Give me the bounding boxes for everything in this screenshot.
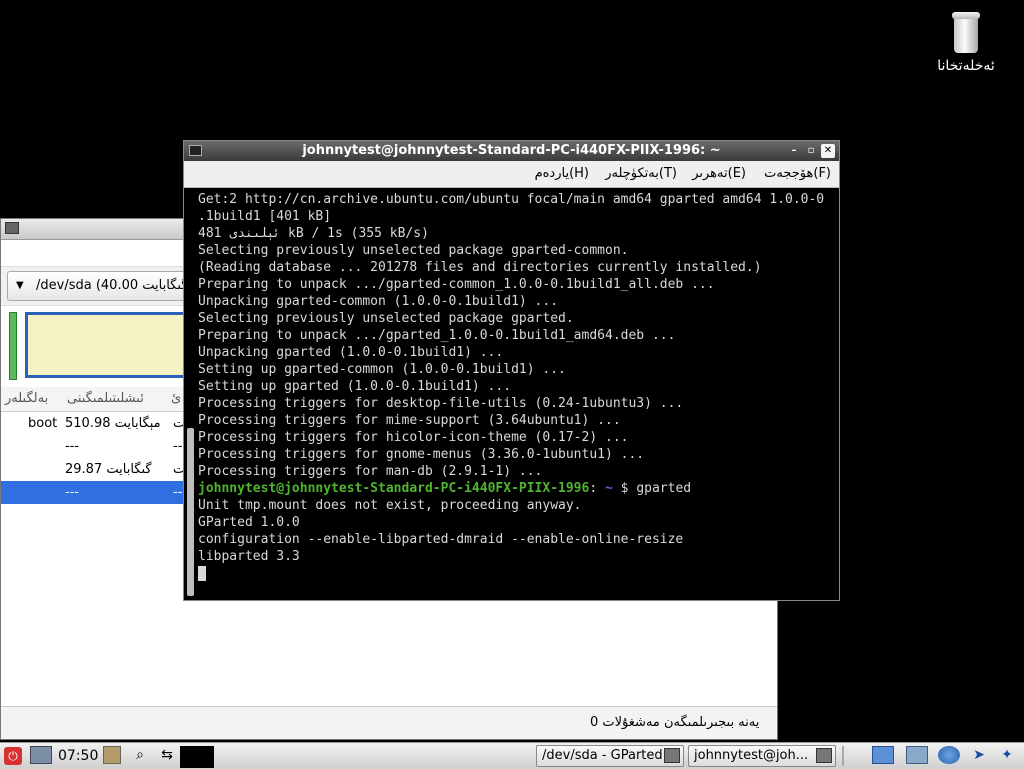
window-list-icon[interactable]: [906, 746, 928, 764]
terminal-line: libparted 3.3: [198, 549, 300, 564]
status-bar: 0 يەنە بىجىرىلمىگەن مەشغۇلات: [1, 706, 777, 739]
terminal-line: Selecting previously unselected package …: [198, 311, 574, 326]
terminal-window: johnnytest@johnnytest-Standard-PC-i440FX…: [183, 140, 840, 601]
terminal-menubar: ھۆججەت(F) تەھرىر(E) بەتكۈچلەر(T) ياردەم(…: [184, 161, 839, 188]
file-manager-icon[interactable]: [103, 746, 121, 764]
task-gparted[interactable]: /dev/sda - GParted: [536, 745, 684, 767]
trash-icon: [952, 12, 980, 54]
column-header-unused[interactable]: ئىشلىتىلمىگىنى: [67, 391, 144, 406]
cell-flags: boot: [28, 416, 58, 431]
prompt-command: gparted: [636, 481, 692, 496]
chevron-down-icon: ▼: [16, 280, 24, 291]
network-icon[interactable]: [938, 746, 960, 764]
prompt-separator: :: [589, 481, 598, 496]
terminal-cursor-line: [198, 565, 838, 582]
menu-file[interactable]: ھۆججەت(F): [764, 166, 831, 181]
close-button[interactable]: ✕: [821, 144, 835, 158]
terminal-line: Unpacking gparted-common (1.0.0-0.1build…: [198, 294, 559, 309]
prompt-symbol: $: [620, 481, 629, 496]
task-terminal-label: johnnytest@joh...: [694, 748, 809, 763]
cell-unused: 29.87 گىگابايت: [65, 462, 152, 477]
trash-label: ئەخلەتخانا: [937, 58, 995, 74]
task-terminal[interactable]: johnnytest@joh...: [688, 745, 836, 767]
device-selector-label: /dev/sda (40.00 گىگابايت): [36, 278, 193, 293]
clock[interactable]: 07:50: [58, 746, 98, 766]
terminal-line: Processing triggers for man-db (2.9.1-1)…: [198, 464, 543, 479]
terminal-line: 481 ئېلىندى kB / 1s (355 kB/s): [198, 226, 429, 241]
menu-help[interactable]: ياردەم(H): [535, 166, 589, 181]
window-menu-icon[interactable]: [5, 222, 19, 234]
terminal-prompt-line: johnnytest@johnnytest-Standard-PC-i440FX…: [198, 480, 838, 497]
menu-edit[interactable]: تەھرىر(E): [692, 166, 746, 181]
computer-icon[interactable]: [30, 746, 52, 764]
cell-used: --: [173, 485, 183, 500]
terminal-line: (Reading database ... 201278 files and d…: [198, 260, 762, 275]
notification-icon[interactable]: ✦: [996, 746, 1018, 764]
prompt-path: ~: [605, 481, 613, 496]
pending-operations-status: 0 يەنە بىجىرىلمىگەن مەشغۇلات: [590, 715, 760, 730]
cell-unused: 510.98 مېگابايت: [65, 416, 161, 431]
desktop-preview[interactable]: [180, 746, 214, 768]
window-menu-icon[interactable]: [189, 145, 202, 156]
trash-desktop-icon[interactable]: ئەخلەتخانا: [926, 12, 1006, 74]
show-desktop-icon[interactable]: [872, 746, 894, 764]
scrollbar-thumb[interactable]: [187, 428, 194, 596]
terminal-app-icon: [816, 748, 832, 763]
terminal-line: Processing triggers for hicolor-icon-the…: [198, 430, 629, 445]
partition-block-boot[interactable]: [9, 312, 17, 380]
arrow-icon[interactable]: ➤: [968, 746, 990, 764]
terminal-line: Processing triggers for gnome-menus (3.3…: [198, 447, 645, 462]
taskbar: ⏻ 07:50 ⌕ ⇆ /dev/sda - GParted johnnytes…: [0, 742, 1024, 769]
terminal-line: Preparing to unpack .../gparted-common_1…: [198, 277, 715, 292]
terminal-line: .1build1 [401 kB]: [198, 209, 332, 224]
maximize-button[interactable]: ▫: [804, 144, 818, 158]
prompt-user: johnnytest@johnnytest-Standard-PC-i440FX…: [198, 481, 590, 496]
terminal-line: Unpacking gparted (1.0.0-0.1build1) ...: [198, 345, 504, 360]
task-gparted-label: /dev/sda - GParted: [542, 748, 663, 763]
power-icon[interactable]: ⏻: [4, 747, 22, 765]
column-header-used[interactable]: ئ: [171, 391, 181, 406]
menu-tabs[interactable]: بەتكۈچلەر(T): [605, 166, 677, 181]
terminal-line: Unit tmp.mount does not exist, proceedin…: [198, 498, 582, 513]
terminal-line: GParted 1.0.0: [198, 515, 300, 530]
cell-unused: ---: [65, 439, 80, 454]
partition-block-selected[interactable]: [25, 312, 205, 378]
minimize-button[interactable]: –: [787, 144, 801, 158]
terminal-line: Processing triggers for desktop-file-uti…: [198, 396, 684, 411]
terminal-line: Preparing to unpack .../gparted_1.0.0-0.…: [198, 328, 676, 343]
terminal-title: johnnytest@johnnytest-Standard-PC-i440FX…: [302, 143, 721, 158]
cell-unused: ---: [65, 485, 80, 500]
cell-used: --: [173, 439, 183, 454]
terminal-cursor: [198, 566, 206, 581]
terminal-line: Processing triggers for mime-support (3.…: [198, 413, 621, 428]
arrows-icon[interactable]: ⇆: [156, 746, 178, 764]
terminal-scrollbar[interactable]: [186, 188, 195, 598]
gparted-app-icon: [664, 748, 680, 763]
terminal-line: Setting up gparted-common (1.0.0-0.1buil…: [198, 362, 566, 377]
terminal-line: Get:2 http://cn.archive.ubuntu.com/ubunt…: [198, 192, 825, 207]
search-icon[interactable]: ⌕: [131, 746, 149, 764]
separator: [842, 746, 844, 766]
terminal-titlebar[interactable]: johnnytest@johnnytest-Standard-PC-i440FX…: [184, 141, 839, 161]
terminal-line: Setting up gparted (1.0.0-0.1build1) ...: [198, 379, 512, 394]
terminal-line: configuration --enable-libparted-dmraid …: [198, 532, 684, 547]
terminal-text: Get:2 http://cn.archive.ubuntu.com/ubunt…: [198, 191, 838, 582]
column-header-flags[interactable]: بەلگىلەر: [5, 391, 48, 406]
terminal-line: Selecting previously unselected package …: [198, 243, 629, 258]
terminal-output-area[interactable]: Get:2 http://cn.archive.ubuntu.com/ubunt…: [184, 188, 839, 600]
partition-graph[interactable]: [7, 312, 207, 382]
